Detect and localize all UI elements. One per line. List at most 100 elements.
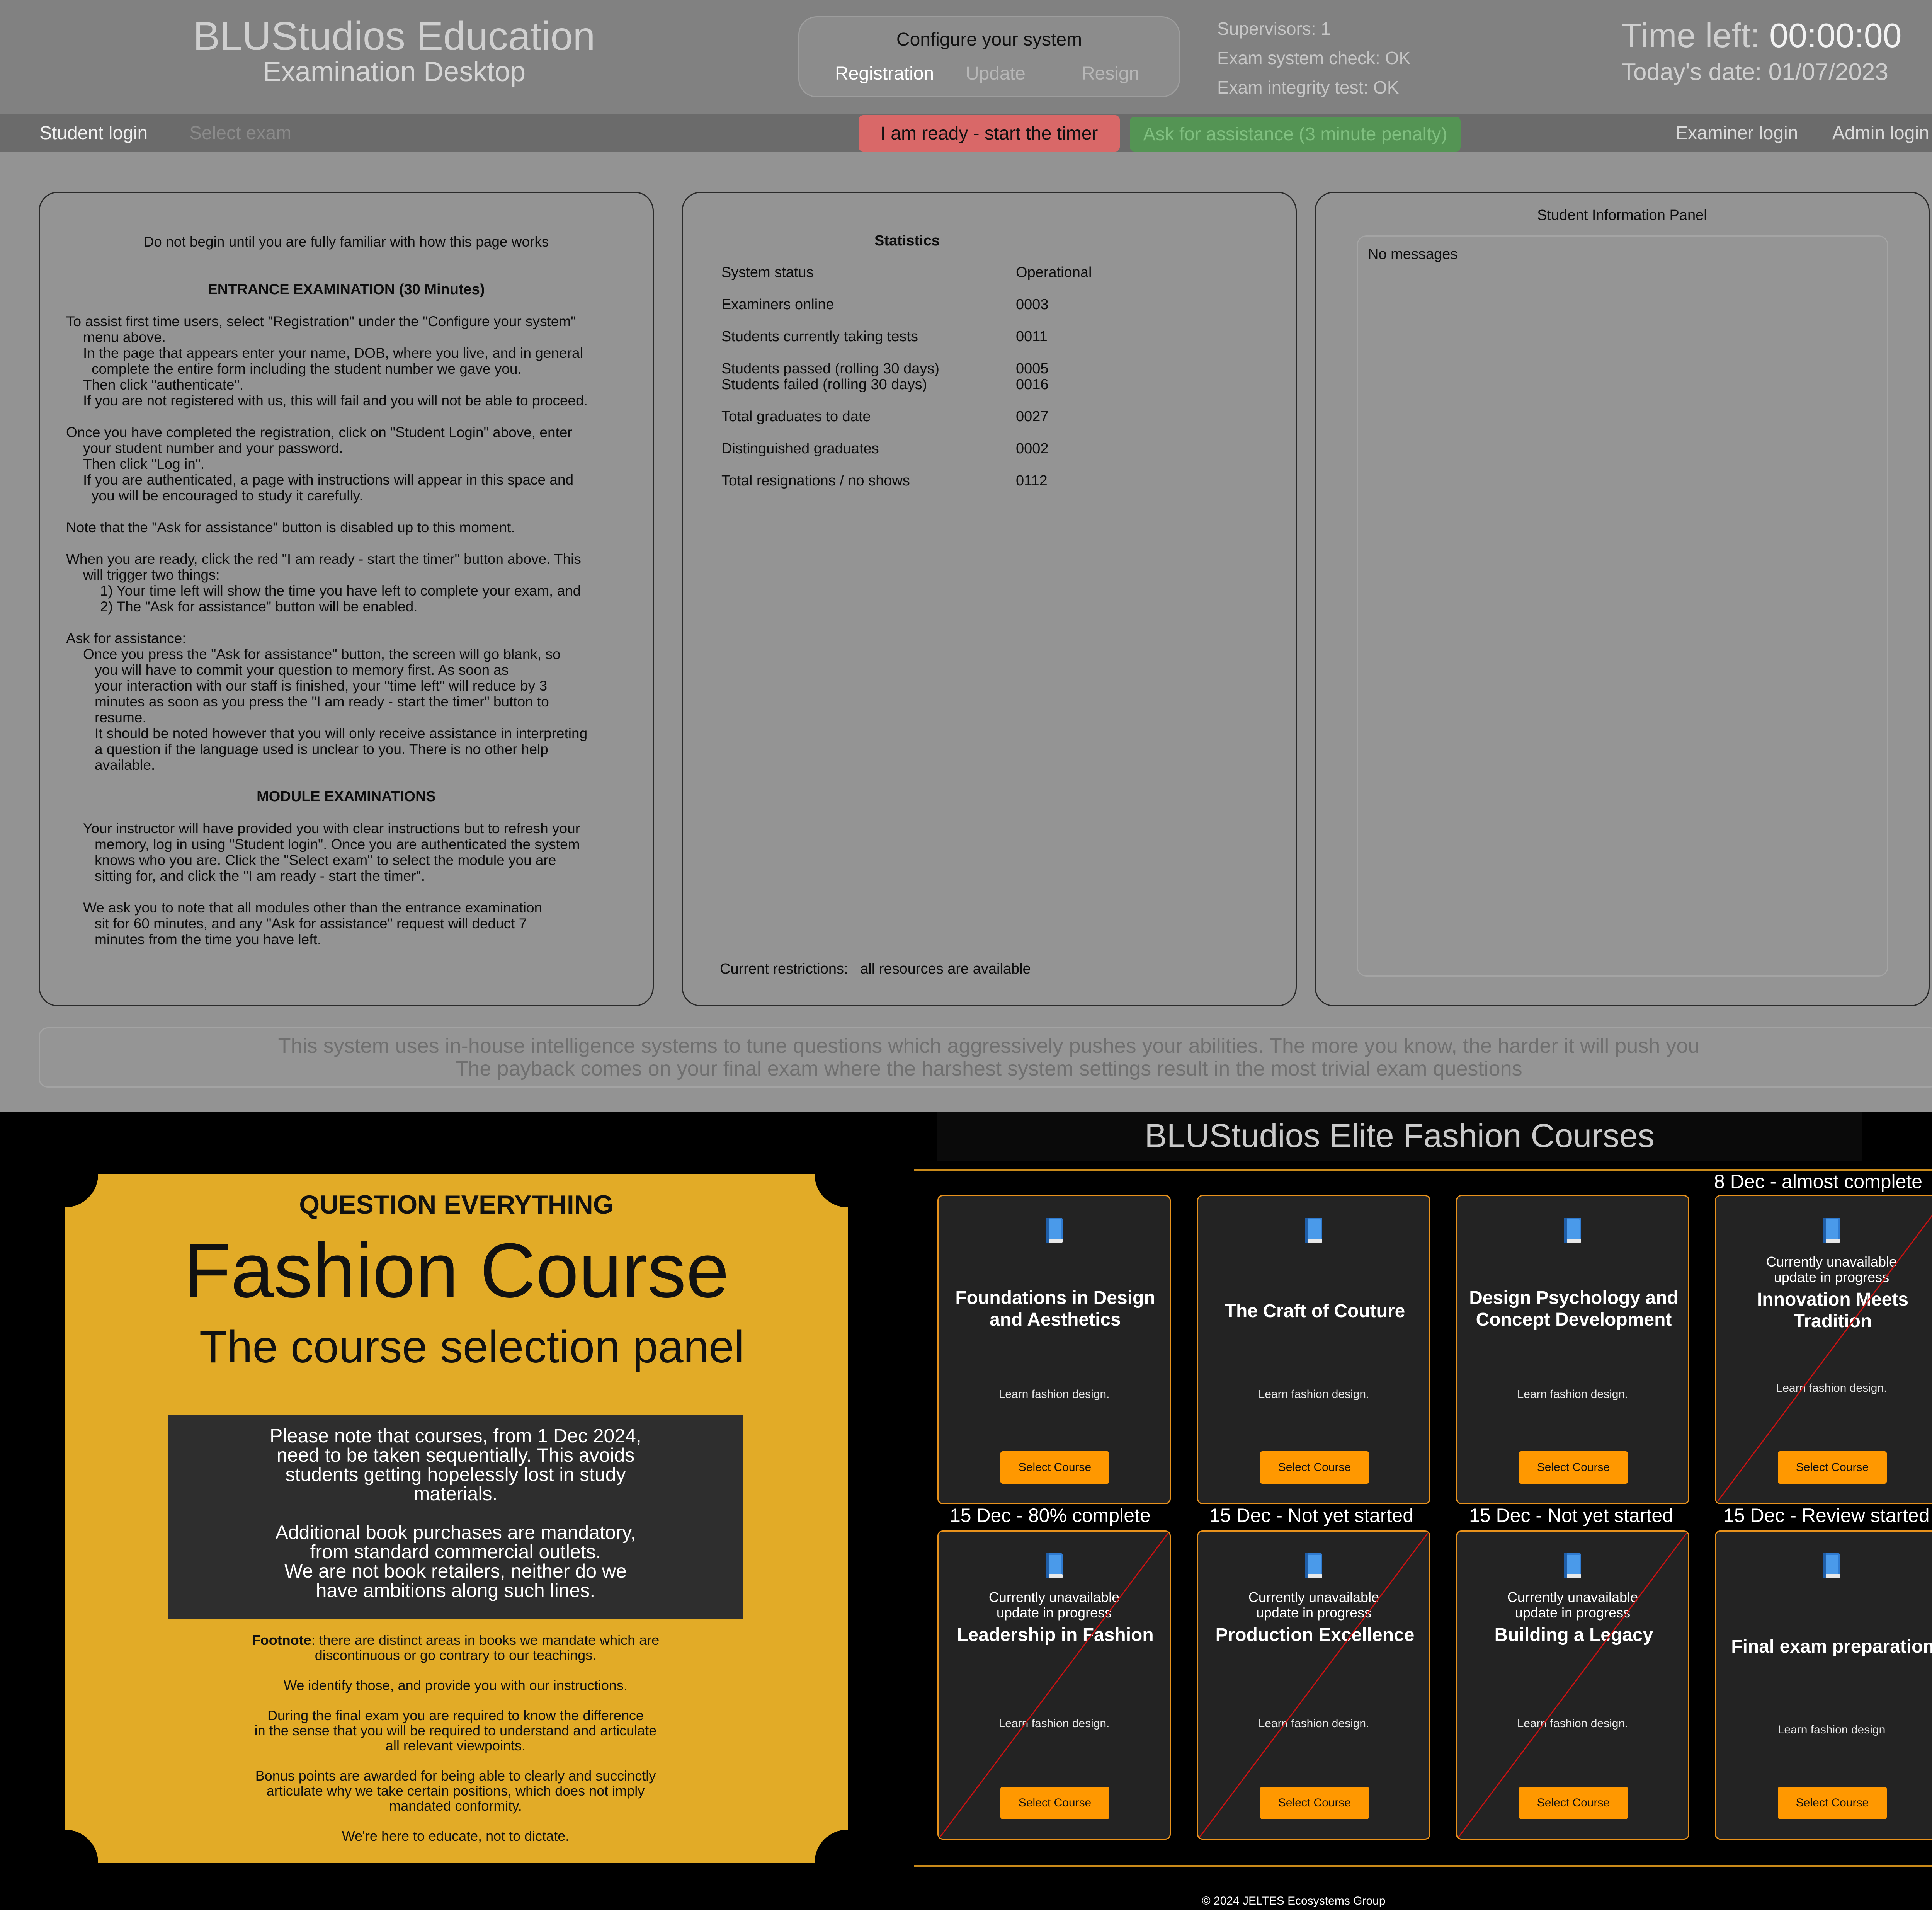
course-status-label: 15 Dec - Not yet started bbox=[1469, 1505, 1673, 1526]
book-icon bbox=[1457, 1552, 1688, 1581]
course-status-label: 15 Dec - Review started bbox=[1723, 1505, 1930, 1526]
footnote-line: in the sense that you will be required t… bbox=[254, 1723, 657, 1738]
course-description: Learn fashion design. bbox=[1517, 1717, 1628, 1730]
course-card: Foundations in Design and Aesthetics Lear… bbox=[937, 1195, 1171, 1504]
instructions-panel: Do not begin until you are fully familia… bbox=[39, 192, 654, 1006]
poster-box-line: materials. bbox=[413, 1483, 498, 1505]
stat-label: Total resignations / no shows bbox=[721, 473, 910, 489]
poster-card: QUESTION EVERYTHING Fashion Course The c… bbox=[32, 1141, 881, 1896]
header-bar: BLUStudios Education Examination Desktop… bbox=[0, 0, 1932, 114]
unavailable-notice: Currently unavailable update in progress bbox=[939, 1590, 1170, 1621]
course-description: Learn fashion design. bbox=[1258, 1717, 1369, 1730]
unavailable-line: Currently unavailable bbox=[1766, 1254, 1897, 1270]
statistics-panel: Statistics System status Operational Exa… bbox=[682, 192, 1297, 1006]
stat-label: System status bbox=[721, 264, 814, 281]
examiner-login-link[interactable]: Examiner login bbox=[1675, 122, 1798, 145]
course-status-label: 15 Dec - 80% complete bbox=[950, 1505, 1151, 1526]
course-title: Production Excellence bbox=[1215, 1625, 1415, 1645]
select-course-button[interactable]: Select Course bbox=[1519, 1451, 1628, 1484]
course-title: Innovation Meets Tradition bbox=[1757, 1289, 1909, 1331]
book-icon bbox=[1457, 1216, 1688, 1246]
course-description: Learn fashion design. bbox=[1258, 1388, 1369, 1401]
course-card: Currently unavailable update in progress L… bbox=[937, 1530, 1171, 1840]
book-icon bbox=[1716, 1216, 1932, 1246]
stat-value: 0016 bbox=[1016, 376, 1049, 393]
copyright: © 2024 JELTES Ecosystems Group bbox=[1202, 1895, 1386, 1907]
resign-menu-item[interactable]: Resign bbox=[1082, 63, 1139, 84]
instruction-line: you will have to commit your question to… bbox=[95, 662, 509, 678]
module-exams-heading: MODULE EXAMINATIONS bbox=[257, 788, 436, 805]
instruction-line: Then click "authenticate". bbox=[83, 377, 243, 393]
instruction-line: available. bbox=[95, 757, 155, 773]
footnote-line: mandated conformity. bbox=[389, 1798, 522, 1814]
unavailable-line: update in progress bbox=[1515, 1605, 1631, 1621]
restrictions-label: Current restrictions: bbox=[720, 961, 848, 977]
instruction-line: If you are not registered with us, this … bbox=[83, 393, 588, 409]
poster-footnote: Footnote: there are distinct areas in bo… bbox=[168, 1633, 743, 1844]
select-course-button[interactable]: Select Course bbox=[1519, 1787, 1628, 1819]
module-line: We ask you to note that all modules othe… bbox=[83, 900, 543, 916]
select-course-button[interactable]: Select Course bbox=[1260, 1451, 1369, 1484]
footnote-label: Footnote bbox=[252, 1632, 311, 1648]
unavailable-line: update in progress bbox=[1774, 1269, 1889, 1285]
course-card: Final exam preparation Learn fashion desi… bbox=[1715, 1530, 1932, 1840]
today-date: Today's date: 01/07/2023 bbox=[1621, 59, 1888, 85]
configure-system-menu: Configure your system Registration Updat… bbox=[798, 16, 1180, 97]
module-line: sitting for, and click the "I am ready -… bbox=[95, 868, 425, 884]
select-course-button[interactable]: Select Course bbox=[1260, 1787, 1369, 1819]
current-restrictions: Current restrictions: all resources are … bbox=[720, 961, 1031, 977]
course-title: Leadership in Fashion bbox=[957, 1625, 1154, 1645]
courses-title: BLUStudios Elite Fashion Courses bbox=[1145, 1117, 1655, 1154]
instruction-line: complete the entire form including the s… bbox=[92, 361, 522, 377]
stat-value: 0002 bbox=[1016, 441, 1049, 457]
time-left-value: 00:00:00 bbox=[1769, 16, 1902, 54]
footnote-line: Bonus points are awarded for being able … bbox=[255, 1768, 656, 1784]
notice-line-2: The payback comes on your final exam whe… bbox=[455, 1057, 1522, 1080]
course-card: Currently unavailable update in progress B… bbox=[1456, 1530, 1689, 1840]
fashion-course-poster: QUESTION EVERYTHING Fashion Course The c… bbox=[0, 1112, 914, 1910]
module-line: Your instructor will have provided you w… bbox=[83, 821, 580, 836]
poster-subtitle: The course selection panel bbox=[199, 1321, 745, 1372]
stat-label: Students failed (rolling 30 days) bbox=[721, 376, 927, 393]
footnote-line: articulate why we take certain positions… bbox=[266, 1783, 645, 1799]
instruction-line: In the page that appears enter your name… bbox=[83, 345, 583, 361]
instruction-line: menu above. bbox=[83, 329, 166, 345]
courses-header: BLUStudios Elite Fashion Courses bbox=[937, 1112, 1862, 1161]
course-description: Learn fashion design. bbox=[998, 1717, 1110, 1730]
instruction-line: 2) The "Ask for assistance" button will … bbox=[100, 599, 418, 615]
instruction-line: It should be noted however that you will… bbox=[95, 725, 588, 741]
entrance-exam-heading: ENTRANCE EXAMINATION (30 Minutes) bbox=[207, 281, 485, 298]
instruction-line: you will be encouraged to study it caref… bbox=[92, 488, 363, 504]
student-login-link[interactable]: Student login bbox=[39, 122, 148, 145]
select-course-button[interactable]: Select Course bbox=[1000, 1451, 1109, 1484]
course-title: Design Psychology and Concept Developmen… bbox=[1469, 1288, 1679, 1330]
instruction-line: If you are authenticated, a page with in… bbox=[83, 472, 574, 488]
registration-menu-item[interactable]: Registration bbox=[835, 63, 934, 84]
footnote-line: We're here to educate, not to dictate. bbox=[342, 1828, 570, 1844]
notice-line-1: This system uses in-house intelligence s… bbox=[278, 1034, 1700, 1057]
select-course-button[interactable]: Select Course bbox=[1778, 1787, 1887, 1819]
status-row1-label: 8 Dec - almost complete bbox=[1714, 1171, 1923, 1192]
poster-box-line: from standard commercial outlets. bbox=[310, 1541, 601, 1563]
footnote-line: all relevant viewpoints. bbox=[385, 1738, 526, 1753]
time-left-label: Time left: bbox=[1621, 16, 1760, 54]
instruction-line: Note that the "Ask for assistance" butto… bbox=[66, 519, 515, 535]
update-menu-item[interactable]: Update bbox=[966, 63, 1026, 84]
poster-title: Fashion Course bbox=[184, 1227, 729, 1314]
select-exam-link[interactable]: Select exam bbox=[189, 122, 291, 145]
book-icon bbox=[1198, 1552, 1429, 1581]
admin-login-link[interactable]: Admin login bbox=[1832, 122, 1929, 145]
stat-label: Students currently taking tests bbox=[721, 329, 918, 345]
stat-value: Operational bbox=[1016, 264, 1092, 281]
exam-system-check: Exam system check: OK bbox=[1217, 48, 1411, 68]
start-timer-button[interactable]: I am ready - start the timer bbox=[859, 115, 1120, 152]
unavailable-line: update in progress bbox=[996, 1605, 1112, 1621]
ask-assistance-button[interactable]: Ask for assistance (3 minute penalty) bbox=[1130, 117, 1461, 152]
instruction-line: will trigger two things: bbox=[83, 567, 220, 583]
course-card: The Craft of Couture Learn fashion design… bbox=[1197, 1195, 1430, 1504]
instructions-intro: Do not begin until you are fully familia… bbox=[143, 234, 549, 250]
select-course-button[interactable]: Select Course bbox=[1000, 1787, 1109, 1819]
select-course-button[interactable]: Select Course bbox=[1778, 1451, 1887, 1484]
course-title: Foundations in Design and Aesthetics bbox=[955, 1288, 1155, 1330]
stat-value: 0112 bbox=[1016, 473, 1048, 489]
